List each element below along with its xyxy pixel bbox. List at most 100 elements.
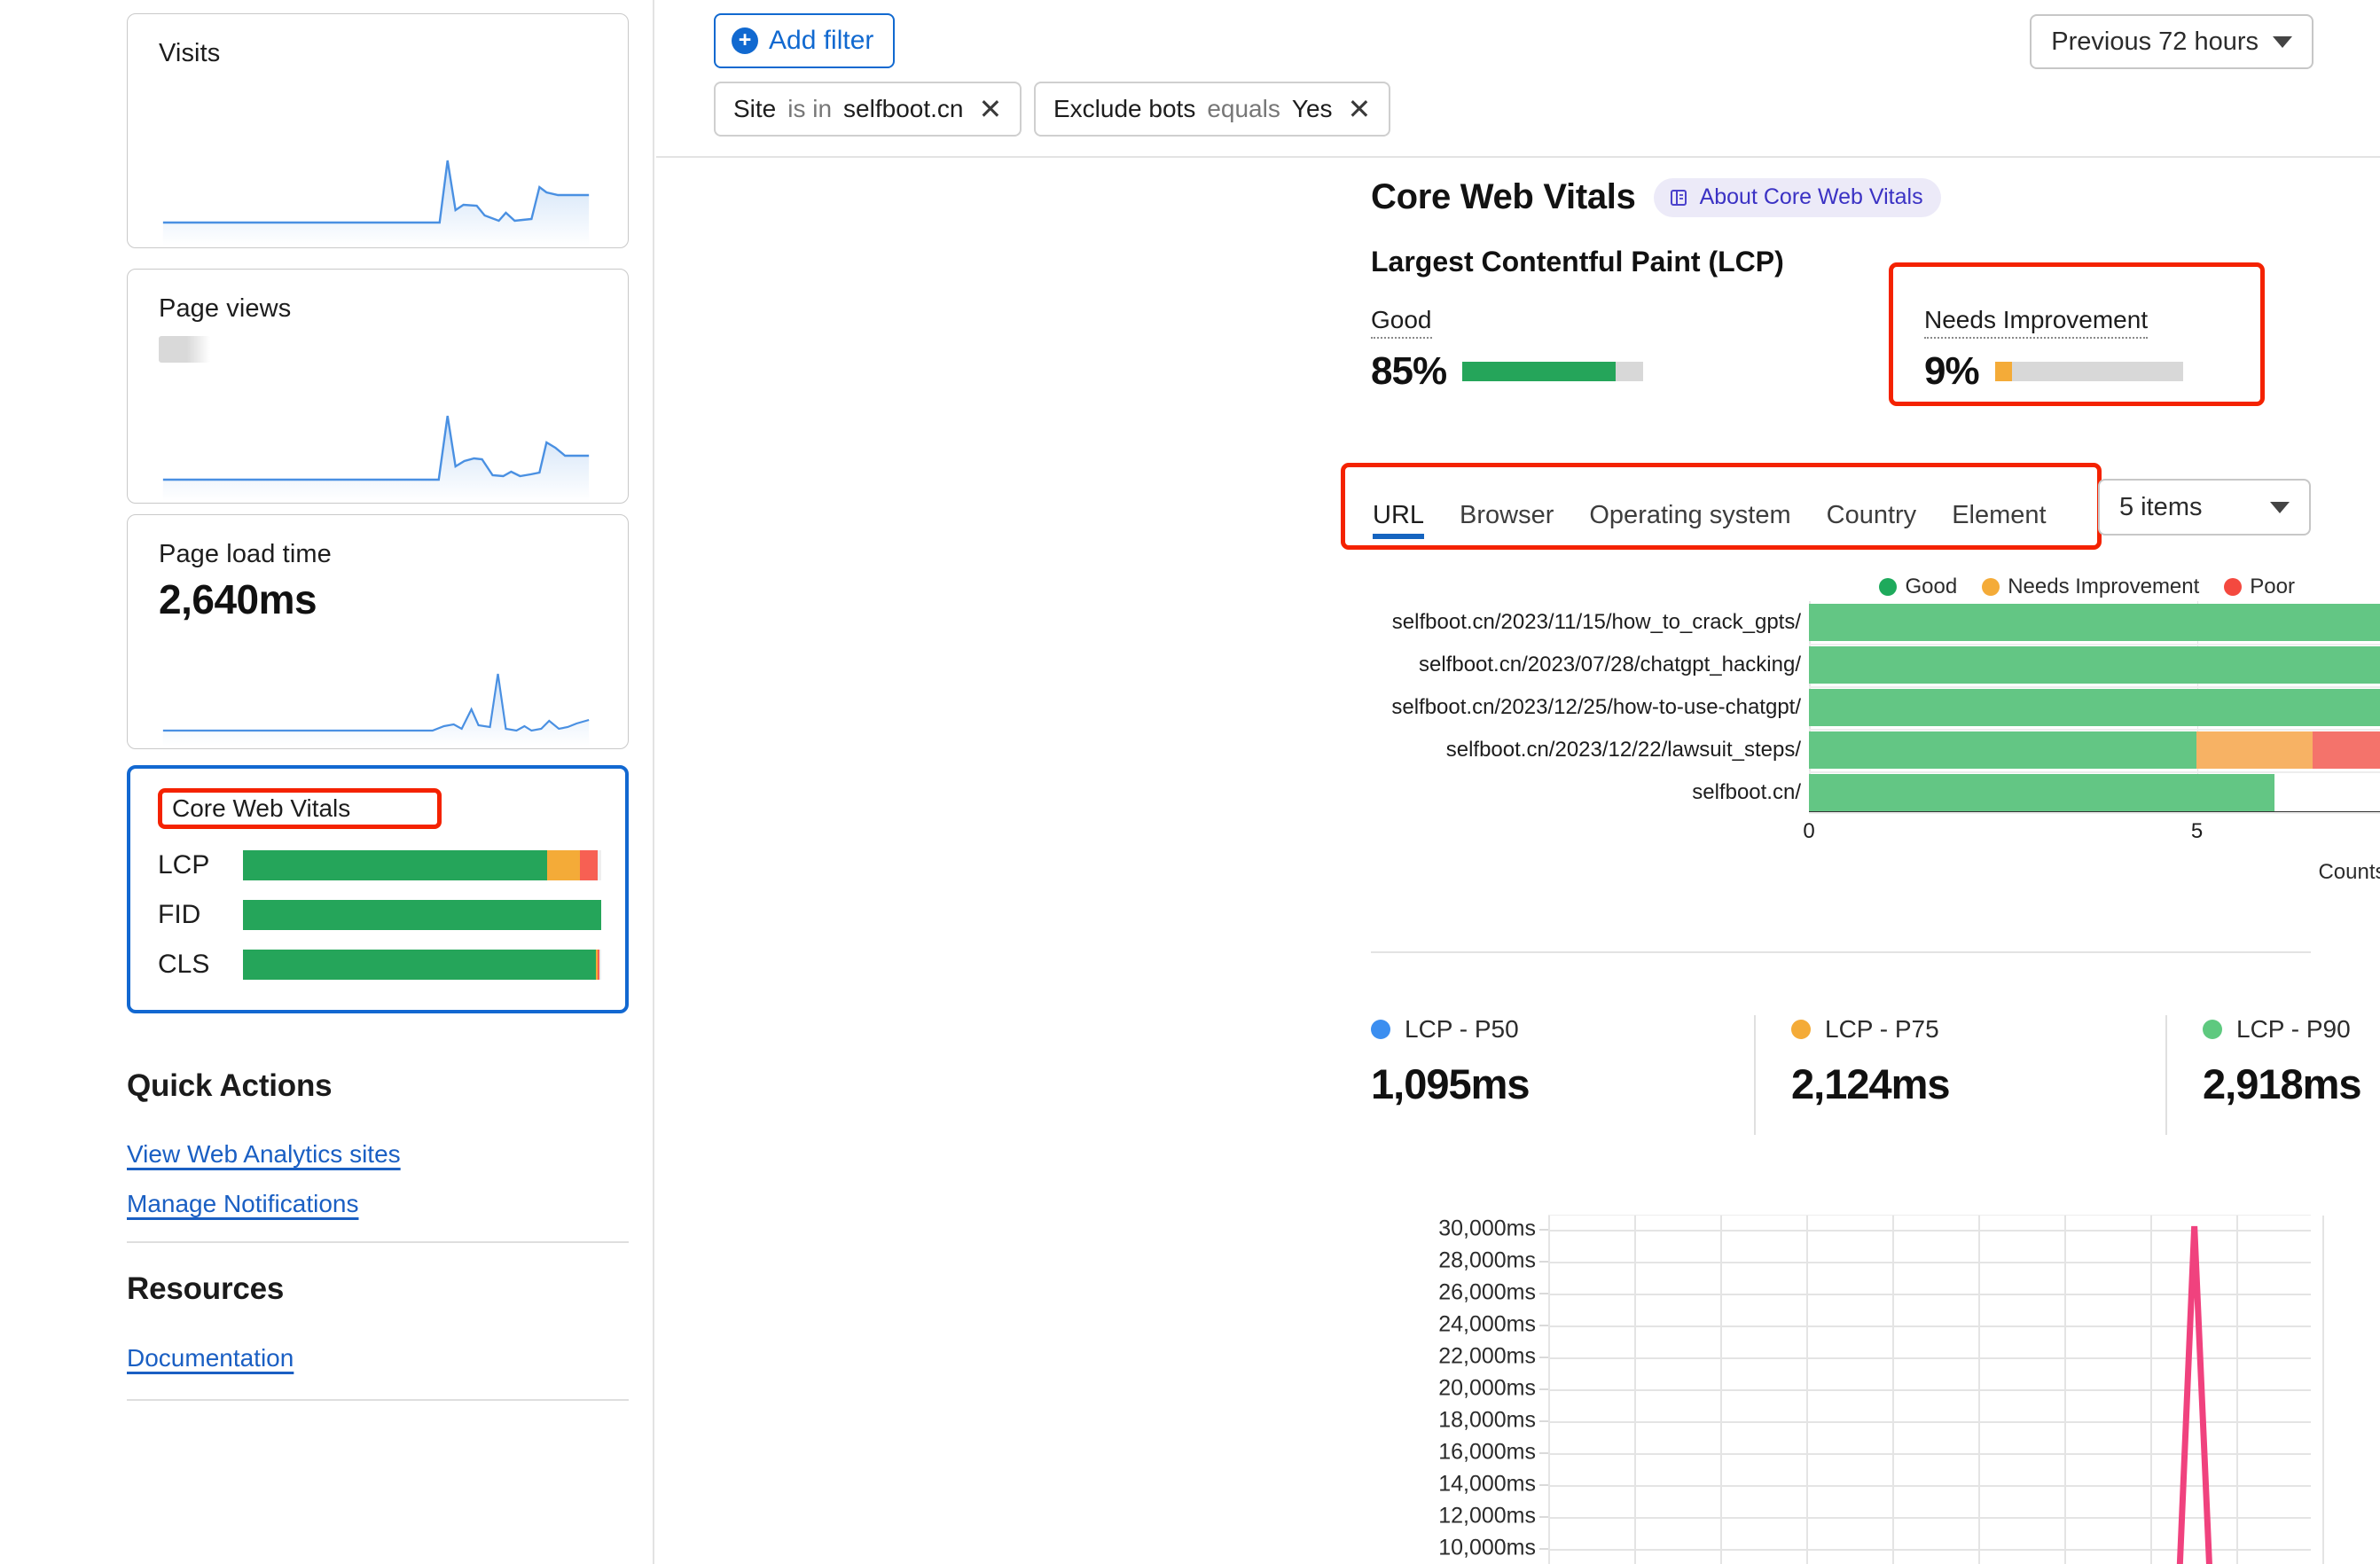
bar-row[interactable] (1809, 604, 2380, 641)
bar-row[interactable] (1809, 646, 2380, 684)
sidebar-card-page-views[interactable]: Page views (127, 269, 629, 504)
breakdown-tabs: URL Browser Operating system Country Ele… (1373, 501, 2047, 539)
core-web-vitals-title-annotation: Core Web Vitals (158, 788, 442, 829)
percentile-value: 2,918ms (2203, 1060, 2361, 1108)
sidebar-card-page-load-time[interactable]: Page load time 2,640ms (127, 514, 629, 749)
card-title: Visits (159, 39, 220, 68)
chevron-down-icon (2273, 36, 2292, 48)
metric-bar (1462, 362, 1643, 381)
metric-label: Good (1371, 306, 1432, 339)
close-icon[interactable]: ✕ (1348, 95, 1372, 123)
about-core-web-vitals-link[interactable]: About Core Web Vitals (1654, 178, 1941, 217)
metric-percent: 9% (1924, 349, 1979, 394)
sidebar: Visits Page views (0, 0, 654, 1564)
bar-row[interactable] (1809, 689, 2380, 726)
bar-chart-category-labels: selfboot.cn/2023/11/15/how_to_crack_gpts… (1357, 601, 1809, 814)
cwv-row-bar (243, 900, 601, 930)
divider (2165, 1015, 2167, 1135)
loading-skeleton (159, 336, 210, 363)
metric-label: Needs Improvement (1924, 306, 2148, 339)
link-manage-notifications[interactable]: Manage Notifications (127, 1190, 358, 1218)
resources-heading: Resources (127, 1271, 284, 1307)
sidebar-card-core-web-vitals[interactable]: Core Web Vitals LCP FID CLS (127, 765, 629, 1013)
card-title: Page views (159, 294, 291, 324)
cwv-row-lcp: LCP (158, 848, 601, 882)
percentile-value: 1,095ms (1371, 1060, 1530, 1108)
quick-actions-heading: Quick Actions (127, 1068, 332, 1104)
bar-category-label: selfboot.cn/2023/12/22/lawsuit_steps/ (1357, 729, 1809, 771)
percentile-value: 2,124ms (1791, 1060, 1950, 1108)
divider (127, 1399, 629, 1401)
section-divider (1371, 951, 2311, 953)
legend-item-good: Good (1879, 575, 1957, 599)
percentile-card-p75: LCP - P75 2,124ms (1791, 1015, 1950, 1135)
close-icon[interactable]: ✕ (978, 95, 1002, 123)
about-label: About Core Web Vitals (1700, 184, 1923, 210)
y-axis-tick: 14,000ms (1438, 1472, 1536, 1498)
legend-label: Poor (2250, 575, 2295, 599)
tab-url[interactable]: URL (1373, 501, 1424, 539)
percentile-dot (2203, 1020, 2222, 1039)
cwv-row-label: LCP (158, 850, 243, 880)
legend-swatch (1982, 578, 2000, 596)
link-view-web-analytics-sites[interactable]: View Web Analytics sites (127, 1140, 401, 1169)
percentile-dot (1791, 1020, 1811, 1039)
metric-good: Good 85% (1371, 306, 1643, 394)
metric-bar (1995, 362, 2183, 381)
lcp-p99-line (1548, 1216, 2311, 1564)
main-content: + Add filter Site is in selfboot.cn ✕ Ex… (656, 0, 2380, 1564)
x-axis-label: Counts (1809, 860, 2380, 885)
bar-row[interactable] (1809, 774, 2274, 811)
items-count-select[interactable]: 5 items (2098, 479, 2311, 536)
chip-value: selfboot.cn (843, 95, 963, 123)
divider (127, 1241, 629, 1243)
tab-element[interactable]: Element (1952, 501, 2046, 539)
bar-chart-legend: Good Needs Improvement Poor (1879, 575, 2295, 599)
bar-category-label: selfboot.cn/2023/12/25/how-to-use-chatgp… (1357, 686, 1809, 729)
sidebar-card-visits[interactable]: Visits (127, 13, 629, 248)
x-axis-tick: 5 (2191, 819, 2203, 844)
y-axis-tick: 24,000ms (1438, 1312, 1536, 1338)
percentile-name: LCP - P90 (2236, 1015, 2351, 1044)
y-axis-tick: 18,000ms (1438, 1408, 1536, 1434)
card-title: Page load time (159, 540, 332, 569)
time-range-value: Previous 72 hours (2051, 27, 2259, 57)
legend-item-needs-improvement: Needs Improvement (1982, 575, 2199, 599)
percentile-card-p50: LCP - P50 1,095ms (1371, 1015, 1530, 1135)
filter-chip-exclude-bots[interactable]: Exclude bots equals Yes ✕ (1034, 82, 1390, 137)
chip-operator: equals (1207, 95, 1280, 123)
legend-item-poor: Poor (2224, 575, 2295, 599)
chip-key: Site (733, 95, 776, 123)
chip-value: Yes (1292, 95, 1333, 123)
tab-operating-system[interactable]: Operating system (1589, 501, 1790, 539)
y-axis-tick: 22,000ms (1438, 1344, 1536, 1370)
bar-category-label: selfboot.cn/ (1357, 771, 1809, 814)
y-axis-tick: 16,000ms (1438, 1440, 1536, 1466)
metric-needs-improvement: Needs Improvement 9% (1924, 306, 2183, 394)
legend-label: Needs Improvement (2008, 575, 2199, 599)
cwv-row-bar (243, 950, 601, 980)
y-axis-tick: 26,000ms (1438, 1280, 1536, 1306)
tab-browser[interactable]: Browser (1460, 501, 1554, 539)
legend-label: Good (1905, 575, 1957, 599)
chevron-down-icon (2270, 502, 2290, 513)
plus-circle-icon: + (732, 27, 758, 54)
chip-key: Exclude bots (1053, 95, 1195, 123)
tab-country[interactable]: Country (1827, 501, 1917, 539)
percentile-card-p90: LCP - P90 2,918ms (2203, 1015, 2361, 1135)
cwv-row-bar (243, 850, 601, 880)
divider (1754, 1015, 1756, 1135)
percentile-name: LCP - P50 (1405, 1015, 1519, 1044)
time-range-select[interactable]: Previous 72 hours (2030, 14, 2313, 69)
link-documentation[interactable]: Documentation (127, 1344, 294, 1372)
items-count-value: 5 items (2119, 493, 2202, 522)
cwv-row-cls: CLS (158, 948, 601, 981)
filter-chip-site[interactable]: Site is in selfboot.cn ✕ (714, 82, 1022, 137)
bar-chart-plot-area: 0 5 10 14 (1809, 601, 2380, 814)
bar-row[interactable] (1809, 731, 2380, 769)
percentile-dot (1371, 1020, 1390, 1039)
cwv-row-label: FID (158, 900, 243, 930)
add-filter-button[interactable]: + Add filter (714, 13, 895, 68)
metric-percent: 85% (1371, 349, 1446, 394)
book-icon (1668, 187, 1689, 208)
